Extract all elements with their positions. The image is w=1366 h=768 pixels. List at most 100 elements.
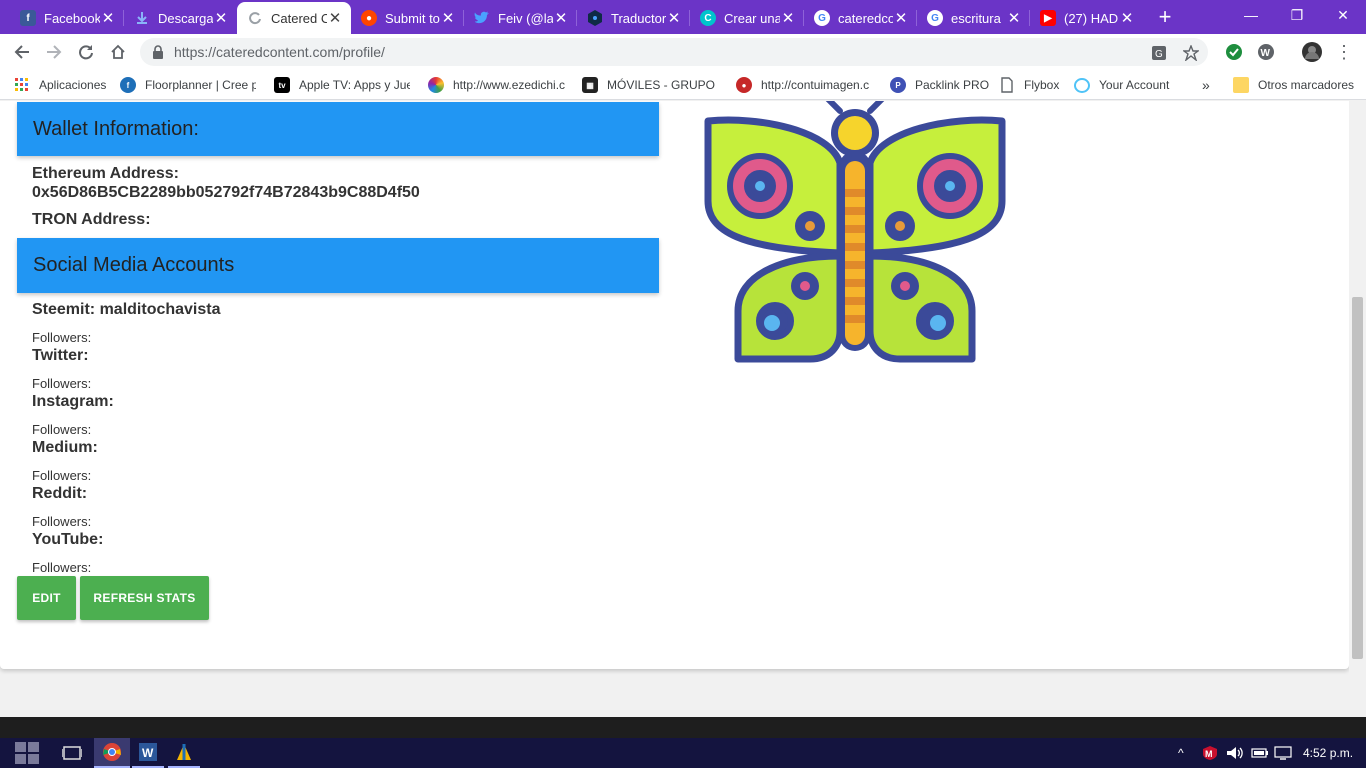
bookmark-label: Packlink PRO	[915, 78, 990, 92]
bookmark-star-icon[interactable]	[1182, 44, 1200, 62]
tab-google-escritura[interactable]: G escritura ✕	[917, 2, 1030, 34]
tab-title: cateredcontent	[838, 10, 893, 26]
bookmark-aplicaciones[interactable]: Aplicaciones	[14, 76, 114, 94]
taskbar-clock[interactable]: 4:52 p.m.	[1303, 738, 1355, 768]
forward-button[interactable]	[40, 38, 68, 66]
forward-arrow-icon	[47, 45, 62, 59]
google-icon: G	[927, 10, 943, 26]
other-bookmarks-folder[interactable]: Otros marcadores	[1233, 76, 1357, 94]
bookmark-label: http://contuimagen.c	[761, 78, 870, 92]
bookmark-contuimagen[interactable]: ● http://contuimagen.c	[736, 76, 872, 94]
extension-check-icon[interactable]	[1220, 38, 1248, 66]
scrollbar-thumb[interactable]	[1352, 297, 1363, 659]
task-view-icon	[62, 746, 82, 760]
page-footer	[0, 717, 1366, 738]
close-tab-icon[interactable]: ✕	[100, 9, 116, 27]
account-instagram: Instagram:	[32, 393, 114, 410]
bookmarks-overflow-button[interactable]: »	[1202, 76, 1216, 94]
tray-mcafee-icon[interactable]: M	[1202, 738, 1220, 768]
taskbar-chrome[interactable]	[94, 738, 130, 768]
home-button[interactable]	[104, 38, 132, 66]
close-window-button[interactable]: ✕	[1320, 0, 1366, 30]
packlink-icon: P	[890, 77, 906, 93]
battery-icon[interactable]	[1251, 738, 1269, 768]
back-arrow-icon	[14, 45, 29, 59]
bookmark-ezedichi[interactable]: http://www.ezedichi.c	[428, 76, 566, 94]
restore-button[interactable]: ❐	[1274, 0, 1320, 30]
apps-grid-icon	[14, 77, 30, 93]
close-tab-icon[interactable]: ✕	[1119, 9, 1135, 27]
lower-left-wing	[734, 252, 844, 363]
followers-reddit: Followers:	[32, 514, 92, 529]
account-youtube: YouTube:	[32, 531, 104, 548]
loading-icon	[247, 10, 263, 26]
back-button[interactable]	[8, 38, 36, 66]
bookmark-flybox[interactable]: Flybox	[999, 76, 1065, 94]
account-medium: Medium:	[32, 439, 98, 456]
ezedichi-icon	[428, 77, 444, 93]
profile-avatar[interactable]	[1298, 38, 1326, 66]
menu-kebab-icon[interactable]: ⋮	[1330, 38, 1358, 66]
close-tab-icon[interactable]: ✕	[1006, 9, 1022, 27]
task-view-button[interactable]	[56, 738, 88, 768]
address-bar[interactable]: https://cateredcontent.com/profile/ G	[140, 38, 1208, 66]
tab-title: escritura	[951, 10, 1001, 26]
translate-icon[interactable]: G	[1150, 44, 1168, 62]
tab-reddit[interactable]: ● Submit to ✕	[351, 2, 464, 34]
network-icon[interactable]	[1274, 738, 1294, 768]
bookmark-label: Apple TV: Apps y Jue	[299, 78, 410, 92]
windows-start-icon	[15, 742, 39, 764]
tab-catered-content[interactable]: Catered Content ✕	[237, 2, 351, 34]
vertical-scrollbar[interactable]	[1349, 101, 1366, 717]
account-twitter: Twitter:	[32, 347, 89, 364]
close-tab-icon[interactable]: ✕	[440, 9, 456, 27]
bookmark-label: Otros marcadores	[1258, 78, 1355, 92]
minimize-button[interactable]: —	[1228, 0, 1274, 30]
bookmark-packlink[interactable]: P Packlink PRO	[890, 76, 990, 94]
close-tab-icon[interactable]: ✕	[327, 9, 343, 27]
apple-tv-icon: tv	[274, 77, 290, 93]
moviles-icon: ▦	[582, 77, 598, 93]
tray-overflow-icon[interactable]: ^	[1178, 738, 1194, 768]
bookmark-label: MÓVILES - GRUPO K-	[607, 78, 718, 92]
bookmark-floorplanner[interactable]: f Floorplanner | Cree p	[120, 76, 256, 94]
tab-crear[interactable]: C Crear una ✕	[690, 2, 804, 34]
bookmark-your-account[interactable]: Your Account	[1074, 76, 1174, 94]
bookmark-moviles[interactable]: ▦ MÓVILES - GRUPO K-	[582, 76, 718, 94]
tab-twitter[interactable]: Feiv (@la ✕	[464, 2, 577, 34]
close-tab-icon[interactable]: ✕	[893, 9, 909, 27]
close-tab-icon[interactable]: ✕	[553, 9, 569, 27]
svg-text:W: W	[142, 746, 154, 760]
bookmark-label: Aplicaciones	[39, 78, 107, 92]
tab-facebook[interactable]: f Facebook ✕	[10, 2, 124, 34]
followers-medium: Followers:	[32, 468, 92, 483]
folder-icon	[1233, 77, 1249, 93]
taskbar-app[interactable]	[168, 738, 200, 768]
edit-button[interactable]: EDIT	[17, 576, 76, 620]
volume-icon[interactable]	[1226, 738, 1246, 768]
twitter-icon	[474, 10, 490, 26]
ethereum-label: Ethereum Address:	[32, 165, 179, 182]
close-tab-icon[interactable]: ✕	[213, 9, 229, 27]
chrome-icon	[103, 743, 121, 761]
close-tab-icon[interactable]: ✕	[780, 9, 796, 27]
home-icon	[111, 44, 125, 59]
close-tab-icon[interactable]: ✕	[666, 9, 682, 27]
svg-text:W: W	[1261, 48, 1271, 59]
tab-youtube[interactable]: ▶ (27) HADES ✕	[1030, 2, 1143, 34]
tab-traductor[interactable]: Traductor ✕	[577, 2, 690, 34]
refresh-stats-button[interactable]: REFRESH STATS	[80, 576, 209, 620]
download-icon	[134, 10, 150, 26]
taskbar-word[interactable]: W	[132, 738, 164, 768]
browser-toolbar: https://cateredcontent.com/profile/ G W …	[0, 34, 1366, 70]
new-tab-button[interactable]: +	[1152, 4, 1178, 30]
tab-descargas[interactable]: Descargas ✕	[124, 2, 237, 34]
extension-w-icon[interactable]: W	[1252, 38, 1280, 66]
bookmark-label: Floorplanner | Cree p	[145, 78, 256, 92]
reload-button[interactable]	[72, 38, 100, 66]
bookmark-apple-tv[interactable]: tv Apple TV: Apps y Jue	[274, 76, 410, 94]
social-media-header: Social Media Accounts	[17, 238, 659, 293]
reload-icon	[79, 45, 93, 60]
tab-google-cateredcontent[interactable]: G cateredcontent ✕	[804, 2, 917, 34]
start-button[interactable]	[0, 738, 54, 768]
